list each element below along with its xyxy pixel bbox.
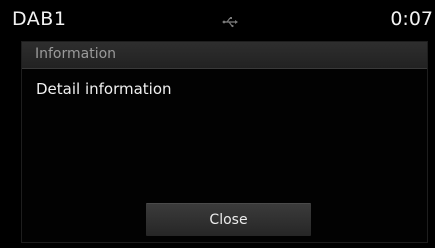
dialog-header: Information	[22, 42, 427, 69]
information-dialog: Information Detail information Close	[21, 41, 428, 243]
dialog-message: Detail information	[36, 80, 172, 98]
status-bar: DAB1 0:07	[0, 0, 435, 40]
dialog-title: Information	[35, 46, 117, 62]
clock: 0:07	[390, 8, 433, 30]
radio-source-label: DAB1	[12, 8, 67, 30]
usb-icon	[222, 13, 238, 28]
close-button[interactable]: Close	[146, 203, 311, 236]
